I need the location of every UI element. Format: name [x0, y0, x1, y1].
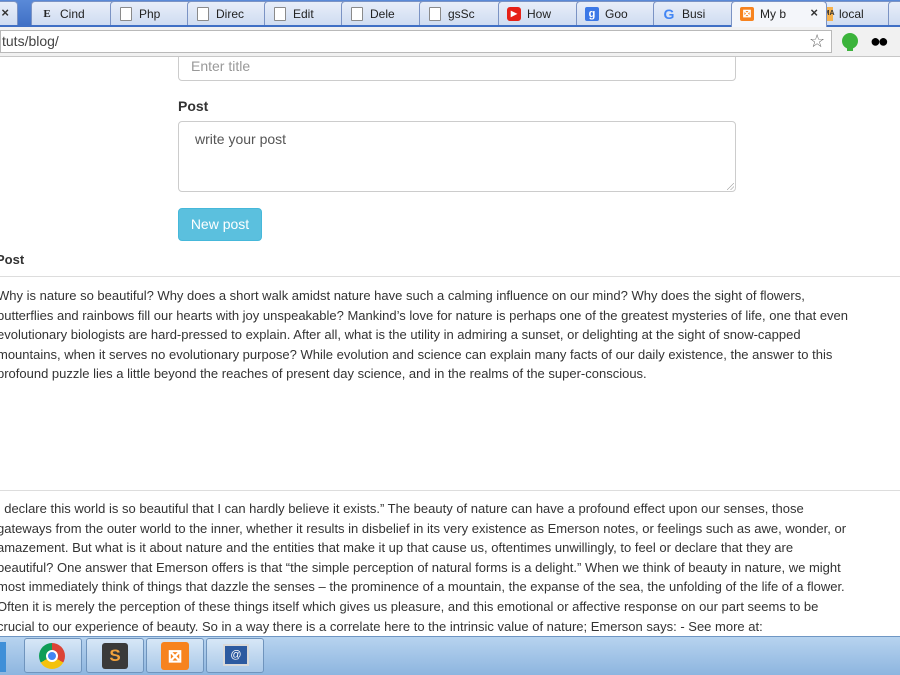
- post-line: Often it is merely the perception of the…: [0, 598, 819, 614]
- close-tab-icon[interactable]: ×: [810, 5, 818, 20]
- post-body: I declare this world is so beautiful tha…: [0, 499, 900, 636]
- google-icon: g: [585, 7, 599, 21]
- resize-handle-icon[interactable]: [727, 183, 734, 190]
- xampp-icon: ⊠: [740, 7, 754, 21]
- new-post-button[interactable]: New post: [178, 208, 262, 241]
- post-line: most immediately think of things that da…: [0, 579, 845, 595]
- tab-title: My b: [760, 7, 787, 21]
- document-icon: [351, 7, 363, 21]
- title-input[interactable]: Enter title: [178, 57, 736, 81]
- sublime-icon: S: [102, 643, 128, 669]
- tab-title: How: [527, 7, 552, 21]
- close-tab-icon[interactable]: ×: [1, 5, 9, 20]
- e-letter-icon: E: [43, 8, 51, 20]
- browser-tab[interactable]: [888, 1, 900, 25]
- tab-title: Direc: [216, 7, 245, 21]
- document-icon: [197, 7, 209, 21]
- tab-title: Goo: [605, 7, 628, 21]
- post-line: I declare this world is so beautiful tha…: [0, 501, 804, 516]
- browser-toolbar: tuts/blog/ ☆ ●●: [0, 27, 900, 57]
- document-icon: [120, 7, 132, 21]
- post-body: Why is nature so beautiful? Why does a s…: [0, 286, 900, 384]
- post-line: crucial to our experience of beauty. So …: [0, 618, 763, 634]
- posts-section-label: Post: [0, 252, 25, 267]
- taskbar-app-button[interactable]: @: [206, 638, 264, 673]
- browser-tab-strip: × E Cind × Php × Direc × Edit × Dele × g…: [0, 0, 900, 27]
- post-line: Why is nature so beautiful? Why does a s…: [0, 288, 805, 303]
- app-window-icon: @: [223, 644, 249, 666]
- document-icon: [429, 7, 441, 21]
- post-field-label: Post: [178, 98, 209, 114]
- page-content: Enter title Post write your post New pos…: [0, 57, 900, 636]
- tab-title: gsSc: [448, 7, 475, 21]
- google-g-icon: G: [663, 6, 675, 22]
- taskbar: S ⊠ @: [0, 636, 900, 675]
- post-line: evolutionary biologists are hard-pressed…: [0, 327, 801, 343]
- divider: [0, 276, 900, 277]
- post-textarea[interactable]: write your post: [178, 121, 736, 192]
- tab-title: Php: [139, 7, 161, 21]
- post-line: profound puzzle lies a little beyond the…: [0, 366, 647, 382]
- post-line: amazement. But what is it about nature a…: [0, 540, 794, 556]
- post-line: beautiful? One answer that Emerson offer…: [0, 559, 841, 575]
- tab-title: Edit: [293, 7, 314, 21]
- taskbar-xampp-button[interactable]: ⊠: [146, 638, 204, 673]
- bookmark-star-icon[interactable]: ☆: [809, 31, 825, 52]
- address-bar[interactable]: tuts/blog/: [0, 30, 832, 53]
- post-line: butterflies and rainbows fill our hearts…: [0, 307, 849, 323]
- evernote-extension-icon[interactable]: [842, 33, 858, 51]
- browser-tab[interactable]: ×: [0, 1, 18, 25]
- youtube-icon: ▶: [507, 7, 521, 21]
- document-icon: [274, 7, 286, 21]
- tab-title: Busi: [682, 7, 706, 21]
- start-button-edge[interactable]: [0, 642, 6, 672]
- chrome-icon: [39, 643, 65, 669]
- taskbar-chrome-button[interactable]: [24, 638, 82, 673]
- taskbar-sublime-button[interactable]: S: [86, 638, 144, 673]
- divider: [0, 490, 900, 491]
- post-line: gateways from the outer world to the inn…: [0, 520, 847, 536]
- tab-title: Dele: [370, 7, 395, 21]
- xampp-icon: ⊠: [161, 642, 189, 670]
- tab-title: local: [839, 7, 864, 21]
- post-line: mountains, when it serves no evolutionar…: [0, 346, 833, 362]
- eyes-extension-icon[interactable]: ●●: [870, 31, 889, 52]
- browser-tab-active[interactable]: ⊠ My b ×: [731, 1, 827, 27]
- tab-title: Cind: [60, 7, 85, 21]
